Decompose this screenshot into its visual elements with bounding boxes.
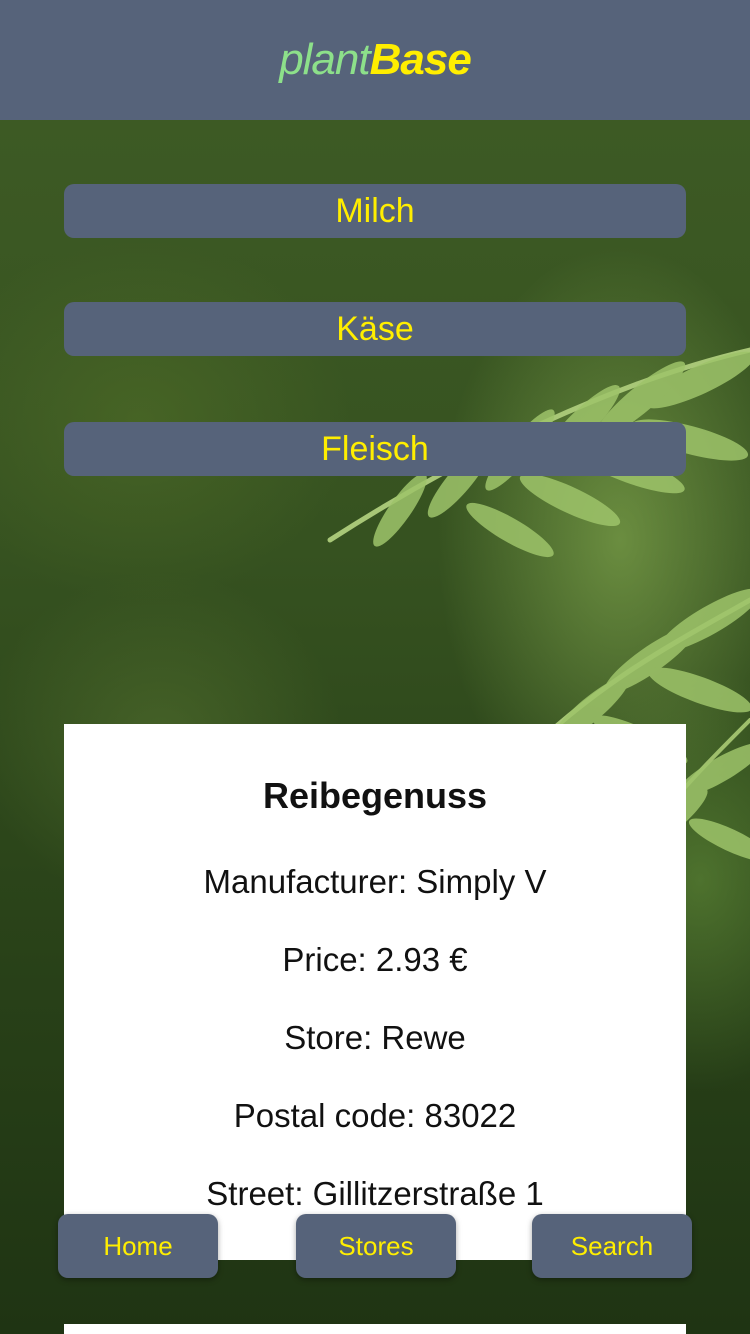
logo-part-base: Base bbox=[369, 35, 472, 84]
app-header: plantBase bbox=[0, 0, 750, 120]
product-card: Reibegenuss Manufacturer: Simply V Price… bbox=[64, 724, 686, 1260]
logo-part-plant: plant bbox=[279, 35, 370, 84]
category-button-fleisch[interactable]: Fleisch bbox=[64, 422, 686, 476]
product-store: Store: Rewe bbox=[284, 1019, 466, 1056]
category-button-milch[interactable]: Milch bbox=[64, 184, 686, 238]
product-postal-code: Postal code: 83022 bbox=[233, 1097, 517, 1134]
category-button-kaese[interactable]: Käse bbox=[64, 302, 686, 356]
nav-search-button[interactable]: Search bbox=[532, 1214, 692, 1278]
product-manufacturer: Manufacturer: Simply V bbox=[203, 863, 547, 900]
product-street: Street: Gillitzerstraße 1 bbox=[206, 1175, 544, 1212]
product-price: Price: 2.93 € bbox=[282, 941, 468, 978]
product-name: Reibegenuss bbox=[262, 775, 488, 816]
nav-stores-button[interactable]: Stores bbox=[296, 1214, 456, 1278]
app-logo[interactable]: plantBase bbox=[279, 35, 472, 85]
next-product-card bbox=[64, 1324, 686, 1334]
nav-home-button[interactable]: Home bbox=[58, 1214, 218, 1278]
